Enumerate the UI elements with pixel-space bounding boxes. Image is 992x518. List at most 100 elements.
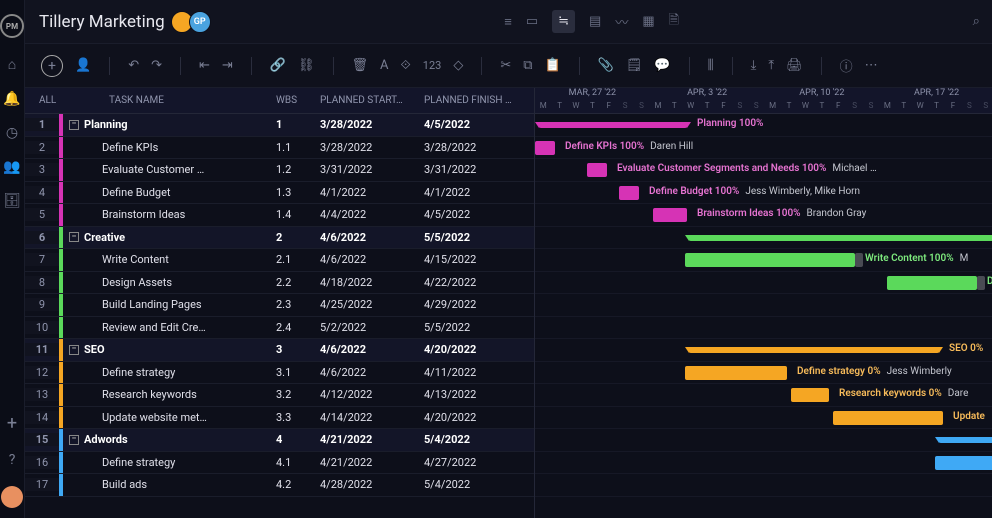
task-name-cell[interactable]: Research keywords: [63, 388, 276, 401]
gantt-row[interactable]: [535, 429, 992, 452]
more-icon[interactable]: ⋯: [865, 58, 878, 73]
wbs-cell[interactable]: 3: [276, 343, 320, 356]
task-name-cell[interactable]: Brainstorm Ideas: [63, 208, 276, 221]
task-row[interactable]: 17Build ads4.24/28/20225/4/2022: [25, 474, 534, 497]
gantt-row[interactable]: [535, 474, 992, 497]
gantt-row[interactable]: [535, 452, 992, 475]
gantt-row[interactable]: Define strategy 0%Jess Wimberly: [535, 362, 992, 385]
comment-icon[interactable]: 💬: [654, 58, 670, 73]
copy-icon[interactable]: ⧉: [523, 58, 532, 73]
help-icon[interactable]: ?: [9, 452, 16, 468]
start-cell[interactable]: 3/28/2022: [320, 141, 424, 154]
finish-cell[interactable]: 4/5/2022: [424, 118, 534, 131]
task-name-cell[interactable]: −Adwords: [63, 433, 276, 446]
start-cell[interactable]: 4/6/2022: [320, 231, 424, 244]
member-avatars[interactable]: GP: [175, 11, 211, 33]
task-row[interactable]: 7Write Content2.14/6/20224/15/2022: [25, 249, 534, 272]
gantt-row[interactable]: Brainstorm Ideas 100%Brandon Gray: [535, 204, 992, 227]
start-cell[interactable]: 4/28/2022: [320, 478, 424, 491]
activity-view-icon[interactable]: 〰: [615, 12, 628, 31]
search-icon[interactable]: ⌕: [973, 14, 980, 29]
task-name-cell[interactable]: Design Assets: [63, 276, 276, 289]
attach-icon[interactable]: 📎: [598, 58, 614, 73]
finish-cell[interactable]: 5/4/2022: [424, 478, 534, 491]
task-name-cell[interactable]: −Planning: [63, 118, 276, 131]
gantt-row[interactable]: [535, 317, 992, 340]
task-name-cell[interactable]: Define KPIs: [63, 141, 276, 154]
task-row[interactable]: 13Research keywords3.24/12/20224/13/2022: [25, 384, 534, 407]
start-cell[interactable]: 4/21/2022: [320, 456, 424, 469]
finish-cell[interactable]: 4/15/2022: [424, 253, 534, 266]
board-view-icon[interactable]: ▭: [526, 14, 538, 29]
bell-icon[interactable]: 🔔: [3, 91, 20, 107]
gantt-row[interactable]: Research keywords 0%Dare: [535, 384, 992, 407]
wbs-cell[interactable]: 2.4: [276, 321, 320, 334]
col-finish[interactable]: PLANNED FINISH …: [424, 95, 534, 106]
gantt-row[interactable]: Define KPIs 100%Daren Hill: [535, 137, 992, 160]
start-cell[interactable]: 3/31/2022: [320, 163, 424, 176]
user-avatar[interactable]: [1, 486, 23, 508]
link-icon[interactable]: 🔗: [270, 58, 286, 73]
task-row[interactable]: 6−Creative24/6/20225/5/2022: [25, 227, 534, 250]
gantt-bar[interactable]: [939, 437, 992, 443]
wbs-cell[interactable]: 2.1: [276, 253, 320, 266]
app-logo[interactable]: PM: [0, 14, 24, 38]
task-name-cell[interactable]: Build ads: [63, 478, 276, 491]
task-row[interactable]: 10Review and Edit Cre…2.45/2/20225/5/202…: [25, 317, 534, 340]
gantt-body[interactable]: Planning 100%Define KPIs 100%Daren HillE…: [535, 114, 992, 518]
gantt-bar[interactable]: [619, 186, 639, 200]
wbs-cell[interactable]: 2.3: [276, 298, 320, 311]
collapse-icon[interactable]: −: [69, 232, 79, 242]
briefcase-icon[interactable]: 🗄: [3, 193, 21, 209]
tag-icon[interactable]: ⟐: [401, 58, 411, 73]
task-name-cell[interactable]: −Creative: [63, 231, 276, 244]
info-icon[interactable]: ⓘ: [840, 56, 853, 75]
import-icon[interactable]: ⤓: [751, 58, 757, 73]
finish-cell[interactable]: 4/20/2022: [424, 411, 534, 424]
task-name-cell[interactable]: Define strategy: [63, 456, 276, 469]
unlink-icon[interactable]: ⛓: [298, 58, 315, 73]
task-row[interactable]: 4Define Budget1.34/1/20224/1/2022: [25, 182, 534, 205]
task-row[interactable]: 2Define KPIs1.13/28/20223/28/2022: [25, 137, 534, 160]
wbs-cell[interactable]: 2: [276, 231, 320, 244]
undo-icon[interactable]: ↶: [128, 58, 139, 73]
start-cell[interactable]: 4/6/2022: [320, 366, 424, 379]
start-cell[interactable]: 3/28/2022: [320, 118, 424, 131]
print-icon[interactable]: 🖨: [786, 58, 803, 73]
finish-cell[interactable]: 4/1/2022: [424, 186, 534, 199]
task-name-cell[interactable]: Evaluate Customer …: [63, 163, 276, 176]
task-row[interactable]: 8Design Assets2.24/18/20224/22/2022: [25, 272, 534, 295]
collapse-icon[interactable]: −: [69, 435, 79, 445]
wbs-cell[interactable]: 3.3: [276, 411, 320, 424]
gantt-bar[interactable]: [653, 208, 687, 222]
gantt-bar[interactable]: [535, 141, 555, 155]
wbs-cell[interactable]: 1.3: [276, 186, 320, 199]
calendar-view-icon[interactable]: ▦: [642, 14, 654, 29]
wbs-cell[interactable]: 1.2: [276, 163, 320, 176]
gantt-bar[interactable]: [587, 163, 607, 177]
finish-cell[interactable]: 4/5/2022: [424, 208, 534, 221]
wbs-cell[interactable]: 3.2: [276, 388, 320, 401]
start-cell[interactable]: 4/6/2022: [320, 343, 424, 356]
start-cell[interactable]: 4/18/2022: [320, 276, 424, 289]
col-all[interactable]: ALL: [25, 95, 101, 106]
finish-cell[interactable]: 3/28/2022: [424, 141, 534, 154]
people-icon[interactable]: 👥: [3, 159, 20, 175]
start-cell[interactable]: 4/1/2022: [320, 186, 424, 199]
collapse-icon[interactable]: −: [69, 345, 79, 355]
start-cell[interactable]: 5/2/2022: [320, 321, 424, 334]
gantt-bar[interactable]: [539, 122, 687, 128]
start-cell[interactable]: 4/21/2022: [320, 433, 424, 446]
task-row[interactable]: 11−SEO34/6/20224/20/2022: [25, 339, 534, 362]
task-name-cell[interactable]: Define Budget: [63, 186, 276, 199]
outdent-icon[interactable]: ⇤: [199, 58, 210, 73]
assign-icon[interactable]: 👤: [75, 58, 91, 73]
wbs-cell[interactable]: 4.2: [276, 478, 320, 491]
paste-icon[interactable]: 📋: [545, 58, 561, 73]
col-wbs[interactable]: WBS: [276, 95, 320, 106]
task-name-cell[interactable]: Define strategy: [63, 366, 276, 379]
wbs-cell[interactable]: 1.1: [276, 141, 320, 154]
delete-icon[interactable]: 🗑: [352, 58, 369, 73]
gantt-row[interactable]: [535, 294, 992, 317]
wbs-cell[interactable]: 3.1: [276, 366, 320, 379]
